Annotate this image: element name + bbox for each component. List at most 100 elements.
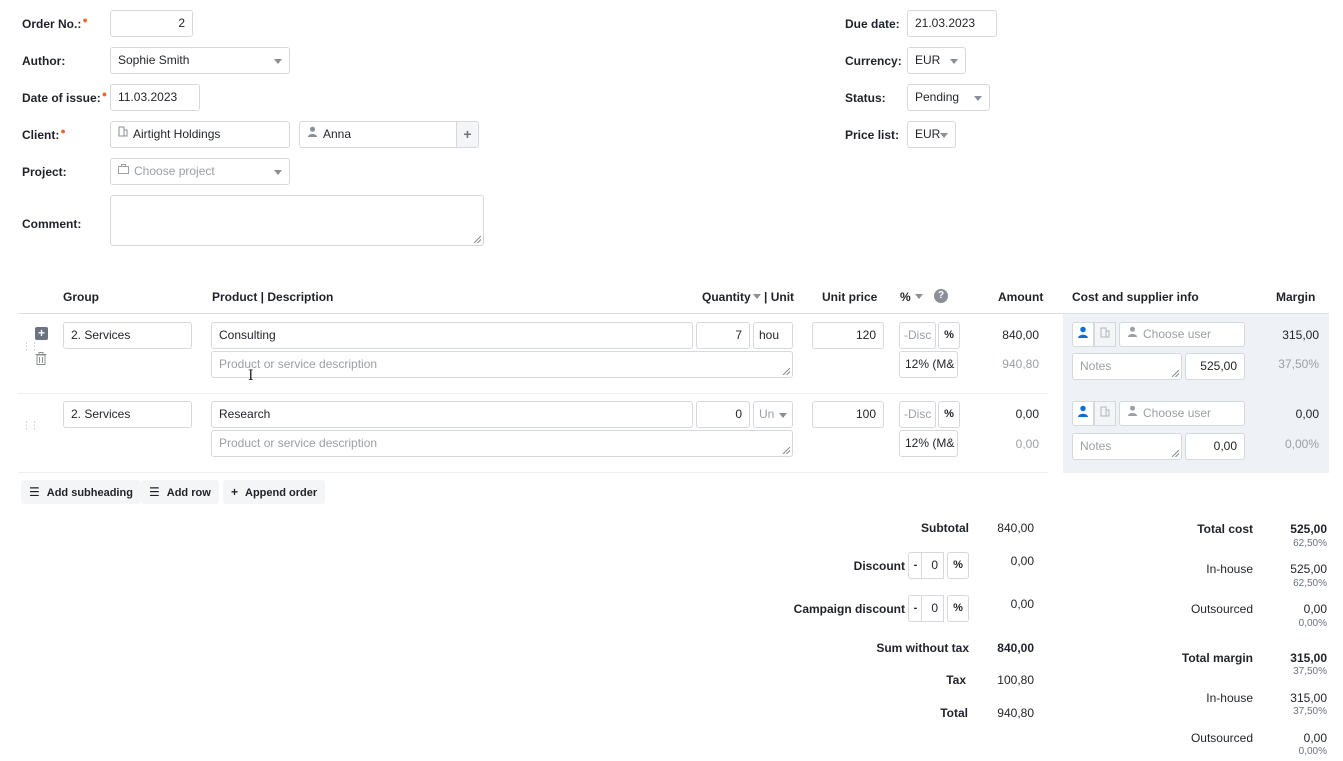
order-no-input[interactable]: 2 — [110, 10, 193, 37]
campaign-discount-input[interactable]: 0 — [921, 595, 944, 622]
row-cost-input[interactable]: 0,00 — [1185, 433, 1245, 460]
chevron-down-icon — [974, 96, 982, 101]
help-icon[interactable]: ? — [934, 289, 948, 303]
row-unit-select[interactable]: hou — [753, 322, 793, 349]
row-group-input[interactable]: 2. Services — [63, 322, 192, 349]
row-tax-select[interactable]: 12% (M& — [899, 430, 958, 457]
list-icon: ☰ — [29, 485, 40, 499]
campaign-discount-sign[interactable]: - — [908, 595, 922, 622]
add-contact-button[interactable]: + — [456, 122, 478, 147]
currency-select[interactable]: EUR — [907, 47, 966, 74]
row-quantity-input[interactable]: 7 — [696, 322, 750, 349]
row-description-textarea[interactable]: Product or service description — [211, 430, 793, 457]
price-list-select[interactable]: EUR — [907, 121, 956, 148]
drag-handle-icon[interactable]: ⋮⋮ — [22, 420, 39, 431]
due-date-input[interactable]: 21.03.2023 — [907, 10, 997, 37]
header-cost-supplier: Cost and supplier info — [1072, 290, 1199, 304]
cost-inhouse-pct: 62,50% — [1293, 578, 1327, 589]
discount-label: Discount — [853, 559, 905, 573]
building-icon — [1100, 406, 1110, 417]
row-description-textarea[interactable]: Product or service description — [211, 351, 793, 378]
row-quantity-input[interactable]: 0 — [696, 401, 750, 428]
margin-outsourced-pct: 0,00% — [1298, 746, 1327, 757]
contact-select[interactable]: Anna + — [299, 121, 479, 148]
chevron-down-icon — [274, 59, 282, 64]
comment-textarea[interactable] — [110, 195, 484, 246]
chevron-down-icon — [940, 133, 948, 138]
project-select[interactable]: Choose project — [110, 158, 290, 185]
row-product-input[interactable]: Research — [211, 401, 693, 428]
header-group: Group — [63, 290, 99, 304]
append-order-button[interactable]: + Append order — [223, 480, 326, 504]
row-unit-price-input[interactable]: 120 — [812, 322, 884, 349]
row-group-input[interactable]: 2. Services — [63, 401, 192, 428]
row-tax-select[interactable]: 12% (M& — [899, 351, 958, 378]
row-unit-price-input[interactable]: 100 — [812, 401, 884, 428]
order-no-label: Order No.:● — [22, 15, 88, 31]
row-cost-input[interactable]: 525,00 — [1185, 353, 1245, 380]
author-select[interactable]: Sophie Smith — [110, 47, 290, 74]
add-row-button[interactable]: ☰ Add row — [141, 480, 219, 504]
chevron-down-icon[interactable] — [915, 294, 923, 299]
margin-inhouse-label: In-house — [1206, 691, 1253, 705]
cost-inhouse-label: In-house — [1206, 562, 1253, 576]
row-user-select[interactable]: Choose user — [1119, 322, 1245, 347]
inhouse-toggle[interactable] — [1072, 401, 1094, 426]
user-icon — [1078, 405, 1088, 417]
row-unit-select[interactable]: Un — [753, 401, 793, 428]
row-discount-unit-button[interactable]: % — [938, 401, 960, 428]
campaign-discount-value: 0,00 — [1010, 597, 1034, 611]
list-icon: ☰ — [149, 485, 160, 499]
resize-handle-icon[interactable] — [783, 447, 790, 454]
margin-outsourced-label: Outsourced — [1190, 731, 1253, 745]
row-notes-textarea[interactable]: Notes — [1072, 353, 1182, 380]
required-marker: ● — [60, 126, 66, 136]
inhouse-toggle[interactable] — [1072, 322, 1094, 347]
resize-handle-icon[interactable] — [1172, 370, 1179, 377]
cost-outsourced-label: Outsourced — [1190, 602, 1253, 616]
building-icon — [1100, 327, 1110, 338]
total-cost-pct: 62,50% — [1293, 538, 1327, 549]
header-percent: % — [900, 290, 911, 304]
discount-sign[interactable]: - — [908, 552, 922, 579]
row-user-select[interactable]: Choose user — [1119, 401, 1245, 426]
header-margin: Margin — [1276, 290, 1316, 304]
add-subheading-button[interactable]: ☰ Add subheading — [21, 480, 141, 504]
row-amount: 0,00 — [1015, 407, 1039, 421]
resize-handle-icon[interactable] — [783, 368, 790, 375]
row-product-input[interactable]: Consulting — [211, 322, 693, 349]
row-notes-textarea[interactable]: Notes — [1072, 433, 1182, 460]
trash-icon[interactable] — [35, 352, 47, 368]
row-discount-unit-button[interactable]: % — [938, 322, 960, 349]
currency-label: Currency: — [845, 54, 902, 68]
resize-handle-icon[interactable] — [474, 236, 481, 243]
campaign-discount-unit-button[interactable]: % — [947, 595, 969, 622]
row-amount-with-tax: 940,80 — [1002, 357, 1039, 371]
resize-handle-icon[interactable] — [1172, 450, 1179, 457]
required-marker: ● — [101, 89, 108, 99]
subtotal-label: Subtotal — [921, 521, 969, 535]
chevron-down-icon[interactable] — [753, 294, 761, 299]
client-value: Airtight Holdings — [133, 127, 221, 141]
discount-unit-button[interactable]: % — [947, 552, 969, 579]
row-discount-input[interactable]: -Disc — [899, 322, 936, 349]
status-select[interactable]: Pending — [907, 84, 990, 111]
user-icon — [1078, 326, 1088, 338]
row-margin-pct: 0,00% — [1284, 437, 1319, 451]
supplier-toggle[interactable] — [1094, 322, 1116, 347]
discount-input[interactable]: 0 — [921, 552, 944, 579]
cost-inhouse-value: 525,00 — [1290, 562, 1327, 576]
date-of-issue-input[interactable]: 11.03.2023 — [110, 84, 200, 111]
author-label: Author: — [22, 54, 66, 68]
drag-handle-icon[interactable]: ⋮⋮ — [22, 341, 39, 352]
row-amount-with-tax: 0,00 — [1015, 437, 1039, 451]
row-discount-input[interactable]: -Disc — [899, 401, 936, 428]
supplier-toggle[interactable] — [1094, 401, 1116, 426]
total-margin-pct: 37,50% — [1293, 666, 1327, 677]
row-margin-pct: 37,50% — [1278, 357, 1319, 371]
client-select[interactable]: Airtight Holdings — [110, 121, 290, 148]
user-icon — [307, 122, 318, 147]
row-margin: 0,00 — [1295, 407, 1319, 421]
plus-icon[interactable]: + — [35, 327, 48, 340]
client-label: Client:● — [22, 126, 66, 142]
